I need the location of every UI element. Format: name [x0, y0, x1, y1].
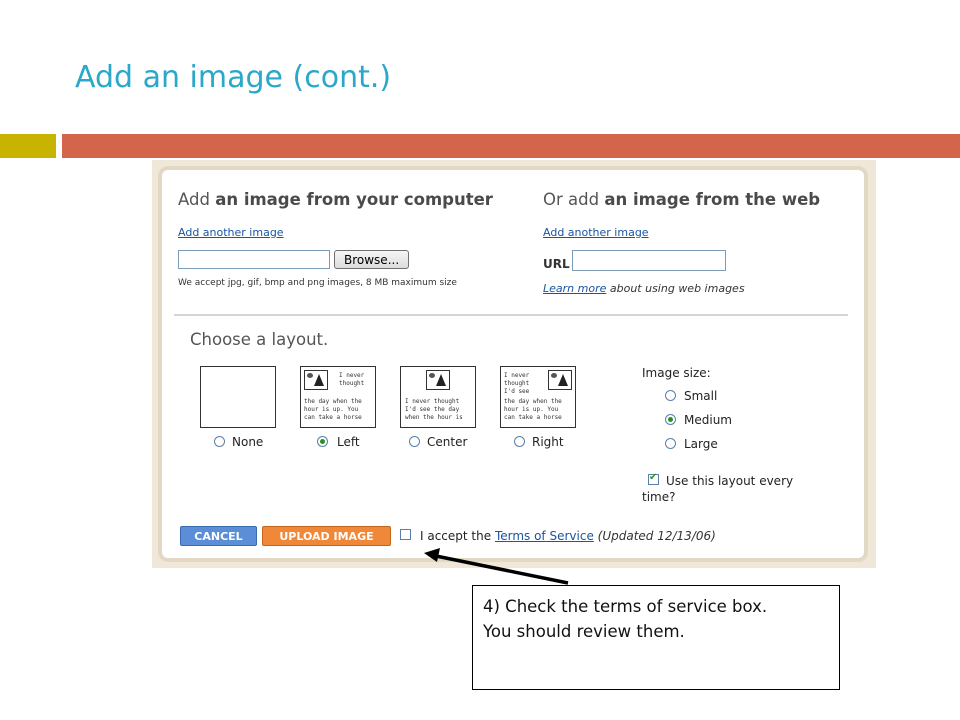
layout-thumb-none[interactable]	[200, 366, 276, 428]
layout-label-right: Right	[532, 435, 564, 449]
callout-line-1: 4) Check the terms of service box.	[483, 597, 768, 616]
thumb-left-top-text: I never thought	[339, 372, 365, 387]
callout-line-2: You should review them.	[483, 622, 685, 641]
layout-label-none: None	[232, 435, 264, 449]
screenshot-frame: Add an image from your computer Add anot…	[152, 160, 876, 568]
accept-tos-text: I accept the Terms of Service (Updated 1…	[420, 529, 716, 543]
thumb-right-top-text: I never thought I'd see	[504, 372, 530, 395]
upload-dialog: Add an image from your computer Add anot…	[158, 166, 868, 562]
layout-label-center: Center	[427, 435, 468, 449]
layout-label-left: Left	[337, 435, 360, 449]
thumb-center-text: I never thought I'd see the day when the…	[405, 398, 463, 421]
tos-updated-date: (Updated 12/13/06)	[593, 529, 716, 543]
layout-thumb-left[interactable]: I never thought the day when the hour is…	[300, 366, 376, 428]
layout-radio-right[interactable]	[514, 436, 525, 447]
computer-section-title: Add an image from your computer	[178, 190, 493, 209]
url-input[interactable]	[572, 250, 726, 271]
tree-image-icon	[548, 370, 572, 390]
size-radio-large[interactable]	[665, 438, 676, 449]
thumb-left-bottom-text: the day when the hour is up. You can tak…	[304, 398, 362, 421]
layout-title: Choose a layout.	[190, 330, 329, 349]
browse-button[interactable]: Browse...	[334, 250, 410, 269]
size-radio-small[interactable]	[665, 390, 676, 401]
web-section-title: Or add an image from the web	[543, 190, 820, 209]
layout-thumb-right[interactable]: I never thought I'd see the day when the…	[500, 366, 576, 428]
file-path-input[interactable]	[178, 250, 330, 269]
web-title-plain: Or add	[543, 190, 605, 209]
accept-prefix: I accept the	[420, 529, 495, 543]
learn-more-text: Learn more about using web images	[543, 282, 745, 295]
upload-image-button[interactable]: UPLOAD IMAGE	[262, 526, 391, 546]
cancel-button[interactable]: CANCEL	[180, 526, 257, 546]
tos-link[interactable]: Terms of Service	[495, 529, 594, 543]
computer-title-plain: Add	[178, 190, 216, 209]
tree-image-icon	[426, 370, 450, 390]
size-label-large: Large	[684, 437, 718, 451]
accent-bar-left	[0, 134, 56, 158]
layout-radio-left[interactable]	[317, 436, 328, 447]
file-type-note: We accept jpg, gif, bmp and png images, …	[178, 278, 457, 288]
layout-thumb-center[interactable]: I never thought I'd see the day when the…	[400, 366, 476, 428]
url-label: URL	[543, 257, 570, 271]
size-label-small: Small	[684, 389, 718, 403]
layout-radio-center[interactable]	[409, 436, 420, 447]
size-label-medium: Medium	[684, 413, 732, 427]
learn-more-link[interactable]: Learn more	[543, 282, 606, 295]
size-radio-medium[interactable]	[665, 414, 676, 425]
accent-bar-right	[62, 134, 960, 158]
callout-box: 4) Check the terms of service box. You s…	[472, 585, 840, 690]
slide-title: Add an image (cont.)	[75, 60, 392, 95]
tos-checkbox[interactable]	[400, 529, 411, 540]
computer-title-bold: an image from your computer	[215, 190, 493, 209]
tree-image-icon	[304, 370, 328, 390]
remember-layout-label: Use this layout every time?	[642, 474, 794, 504]
section-divider	[174, 314, 848, 316]
learn-more-rest: about using web images	[606, 282, 745, 295]
web-title-bold: an image from the web	[604, 190, 821, 209]
image-size-title: Image size:	[642, 366, 711, 380]
thumb-right-bottom-text: the day when the hour is up. You can tak…	[504, 398, 562, 421]
add-another-web-image-link[interactable]: Add another image	[543, 226, 649, 239]
layout-radio-none[interactable]	[214, 436, 225, 447]
add-another-image-link[interactable]: Add another image	[178, 226, 284, 239]
